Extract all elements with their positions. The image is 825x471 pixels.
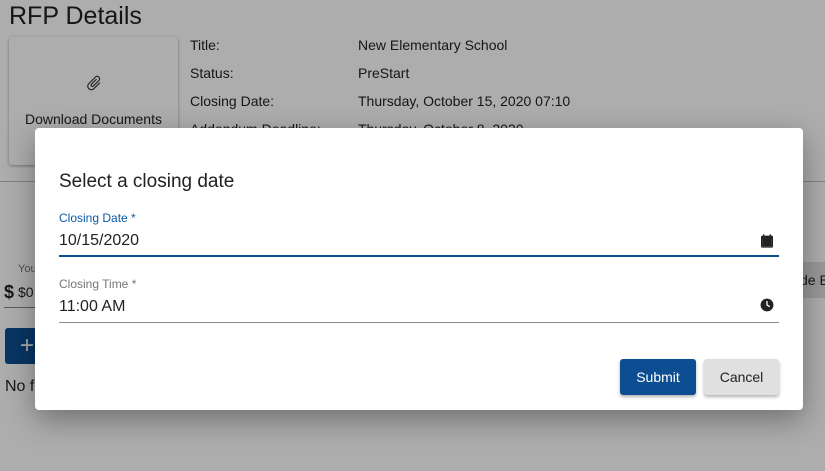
closing-time-label: Closing Time *	[59, 277, 137, 291]
closing-time-input[interactable]	[59, 296, 779, 318]
clock-icon[interactable]	[760, 298, 774, 312]
closing-time-underline	[59, 322, 779, 323]
cancel-button[interactable]: Cancel	[704, 359, 779, 395]
submit-button[interactable]: Submit	[620, 359, 696, 395]
closing-date-dialog: Select a closing date Closing Date * Clo…	[35, 128, 803, 410]
dialog-title: Select a closing date	[59, 171, 235, 192]
closing-date-underline	[59, 255, 779, 257]
closing-date-input[interactable]	[59, 230, 779, 252]
closing-date-label: Closing Date *	[59, 211, 136, 225]
calendar-icon[interactable]	[759, 233, 775, 249]
